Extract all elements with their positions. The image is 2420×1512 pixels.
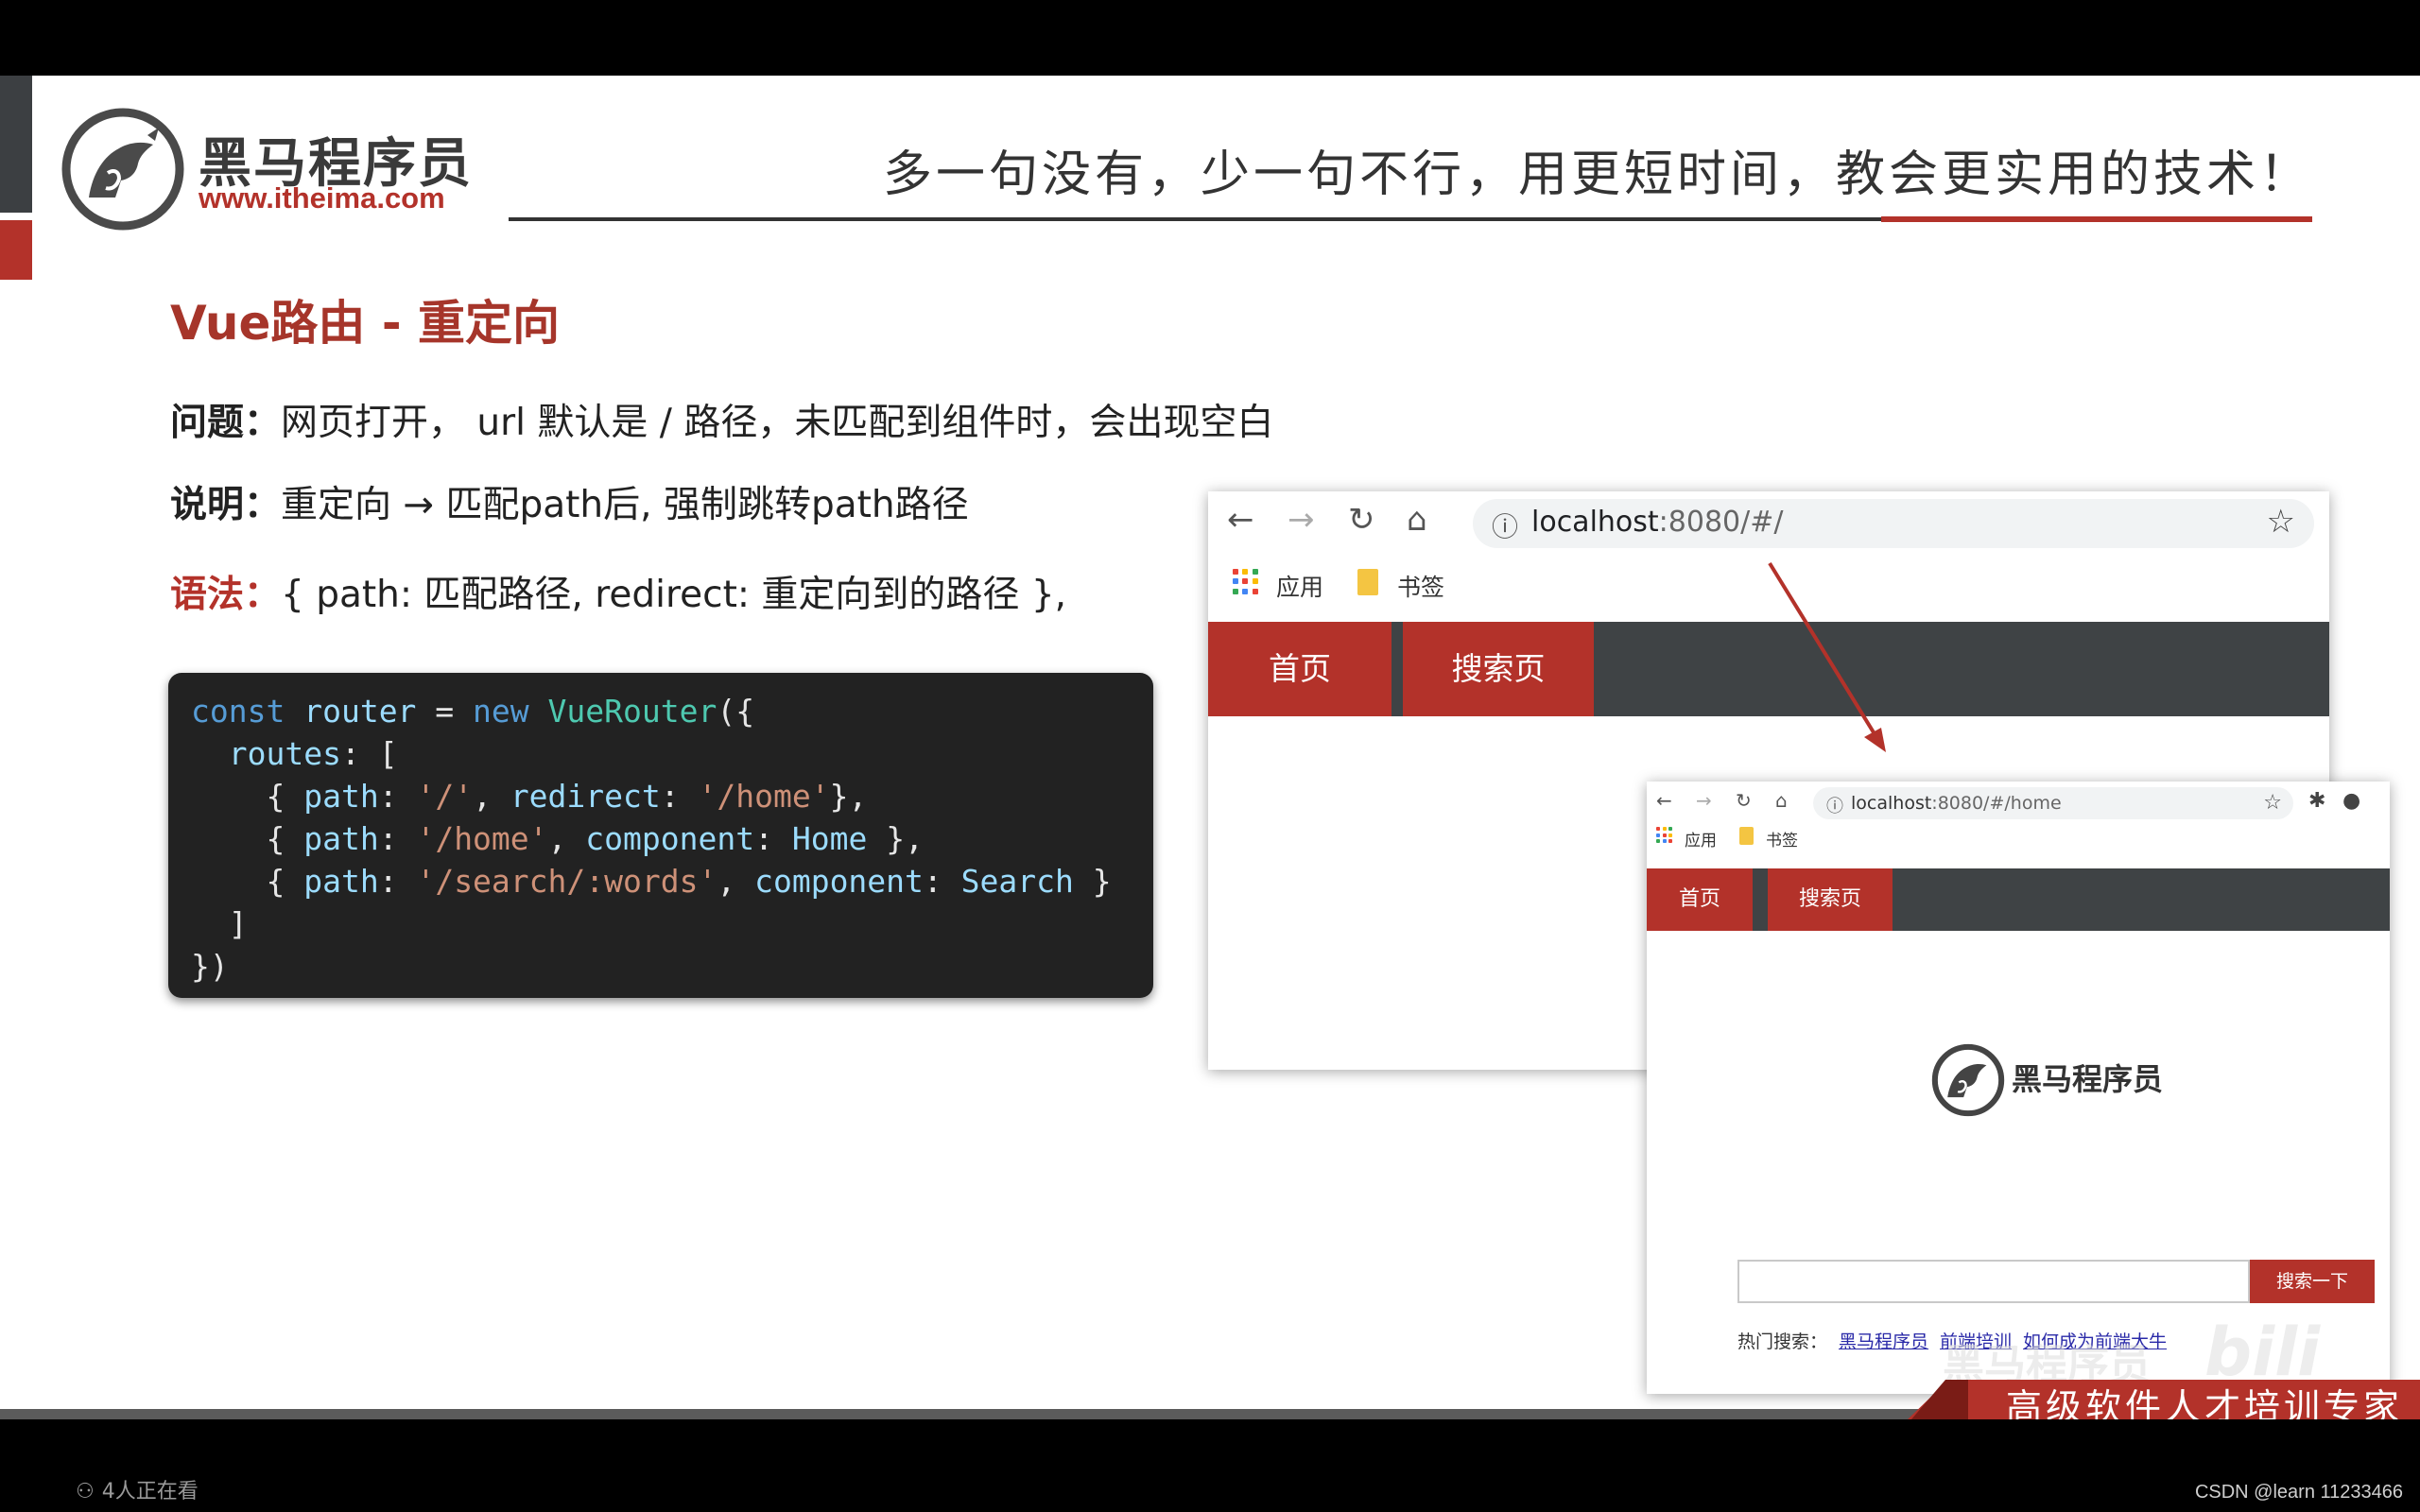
code-token: path — [303, 778, 379, 815]
nav-link-search[interactable]: 搜索页 — [1403, 622, 1594, 716]
profile-icon[interactable]: ● — [2342, 789, 2360, 813]
back-arrow-icon[interactable]: ← — [1227, 501, 1254, 539]
header-rule — [509, 217, 1881, 221]
browser-window-home: ← → ↻ ⌂ ⓘ localhost:8080/#/home ☆ ✱ ● 应用… — [1647, 782, 2390, 1394]
url-path: :8080/#/ — [1658, 506, 1784, 539]
syntax-text: { path: 匹配路径, redirect: 重定向到的路径 }, — [281, 574, 1067, 616]
reload-icon[interactable]: ↻ — [1736, 789, 1752, 812]
site-navbar: 首页 搜索页 — [1647, 868, 2390, 931]
bookmarks-bar: 应用 书签 — [1208, 561, 2329, 605]
info-icon: ⓘ — [1826, 797, 1843, 816]
star-icon[interactable]: ☆ — [2263, 791, 2282, 815]
puzzle-icon[interactable]: ✱ — [2308, 789, 2325, 813]
problem-text: 网页打开， url 默认是 / 路径，未匹配到组件时，会出现空白 — [281, 402, 1274, 444]
nav-link-home[interactable]: 首页 — [1208, 622, 1392, 716]
code-token: '/search/:words' — [416, 863, 717, 900]
itheima-horse-logo-icon — [61, 108, 184, 231]
note-text: 重定向 → 匹配path后, 强制跳转path路径 — [281, 484, 969, 526]
bookmarks-bar: 应用 书签 — [1647, 825, 2390, 853]
code-token: path — [303, 820, 379, 857]
header-rule-accent — [1881, 216, 2312, 222]
back-arrow-icon[interactable]: ← — [1656, 789, 1672, 812]
browser-toolbar: ← → ↻ ⌂ ⓘ localhost:8080/#/home ☆ ✱ ● — [1647, 782, 2390, 823]
site-brand-name: 黑马程序员 — [2012, 1061, 2164, 1097]
home-icon[interactable]: ⌂ — [1407, 501, 1427, 539]
syntax-label: 语法： — [170, 574, 282, 616]
note-label: 说明： — [170, 484, 282, 526]
hot-label: 热门搜索： — [1737, 1332, 1828, 1352]
syntax-line: 语法：{ path: 匹配路径, redirect: 重定向到的路径 }, — [170, 565, 1066, 618]
url-host: localhost — [1851, 793, 1932, 814]
folder-icon — [1739, 827, 1754, 845]
nav-link-home[interactable]: 首页 — [1647, 868, 1753, 931]
itheima-horse-logo-icon — [1931, 1043, 2005, 1117]
info-icon: ⓘ — [1492, 511, 1519, 542]
slogan: 多一句没有，少一句不行，用更短时间，教会更实用的技术！ — [882, 146, 2312, 203]
viewers-icon: ⚇ — [76, 1480, 95, 1503]
footer-banner-text: 高级软件人才培训专家 — [2005, 1386, 2403, 1419]
home-icon[interactable]: ⌂ — [1775, 789, 1788, 812]
code-token: '/home' — [416, 820, 548, 857]
side-accent-grey — [0, 76, 32, 213]
code-token: '/home' — [698, 778, 830, 815]
code-token: component — [585, 820, 755, 857]
reload-icon[interactable]: ↻ — [1348, 501, 1375, 539]
address-url: localhost:8080/#/home — [1851, 793, 2062, 814]
viewer-count: ⚇ 4人正在看 — [76, 1474, 199, 1504]
code-token: path — [303, 863, 379, 900]
address-url: localhost:8080/#/ — [1531, 506, 1783, 539]
search-input[interactable] — [1737, 1260, 2250, 1303]
folder-icon — [1357, 569, 1378, 595]
code-token: redirect — [510, 778, 661, 815]
bookmark-folder[interactable]: 书签 — [1397, 569, 1444, 603]
address-bar[interactable]: ⓘ localhost:8080/#/ ☆ — [1473, 499, 2314, 548]
bookmark-apps[interactable]: 应用 — [1685, 827, 1717, 850]
code-token: ] — [228, 905, 248, 942]
url-path: :8080/#/home — [1931, 793, 2062, 814]
search-button[interactable]: 搜索一下 — [2250, 1260, 2375, 1303]
code-token: ({ — [717, 693, 755, 730]
code-token: = — [416, 693, 474, 730]
csdn-credit: CSDN @learn 11233466 — [2194, 1482, 2403, 1503]
address-bar[interactable]: ⓘ localhost:8080/#/home ☆ — [1813, 787, 2293, 819]
code-token: }) — [191, 948, 229, 985]
nav-link-search[interactable]: 搜索页 — [1768, 868, 1893, 931]
star-icon[interactable]: ☆ — [2267, 503, 2295, 541]
code-token: routes — [228, 735, 341, 772]
code-token: VueRouter — [547, 693, 717, 730]
forward-arrow-icon[interactable]: → — [1288, 501, 1315, 539]
problem-label: 问题： — [170, 402, 282, 444]
brand-url: www.itheima.com — [199, 181, 445, 215]
side-accent-red — [0, 220, 32, 280]
hot-link[interactable]: 黑马程序员 — [1839, 1332, 1928, 1352]
slide: 黑马程序员 www.itheima.com 多一句没有，少一句不行，用更短时间，… — [0, 76, 2420, 1419]
note-line: 说明：重定向 → 匹配path后, 强制跳转path路径 — [170, 475, 969, 528]
code-token: const — [191, 693, 285, 730]
bookmark-folder[interactable]: 书签 — [1766, 827, 1798, 850]
code-token: Home — [791, 820, 868, 857]
code-block: const router = new VueRouter({ routes: [… — [168, 673, 1153, 998]
code-token: : [ — [340, 735, 398, 772]
code-token: Search — [960, 863, 1074, 900]
site-navbar: 首页 搜索页 — [1208, 622, 2329, 716]
slide-title: Vue路由 - 重定向 — [170, 296, 560, 351]
apps-grid-icon — [1233, 569, 1259, 595]
browser-toolbar: ← → ↻ ⌂ ⓘ localhost:8080/#/ ☆ — [1208, 491, 2329, 558]
bookmark-apps[interactable]: 应用 — [1276, 569, 1323, 603]
code-token: '/' — [416, 778, 474, 815]
code-token: component — [754, 863, 924, 900]
code-token: router — [303, 693, 417, 730]
url-host: localhost — [1531, 506, 1659, 539]
code-token: new — [473, 693, 529, 730]
forward-arrow-icon[interactable]: → — [1696, 789, 1712, 812]
apps-grid-icon — [1656, 827, 1673, 844]
problem-line: 问题：网页打开， url 默认是 / 路径，未匹配到组件时，会出现空白 — [170, 393, 1273, 446]
viewer-count-text: 4人正在看 — [101, 1480, 199, 1503]
